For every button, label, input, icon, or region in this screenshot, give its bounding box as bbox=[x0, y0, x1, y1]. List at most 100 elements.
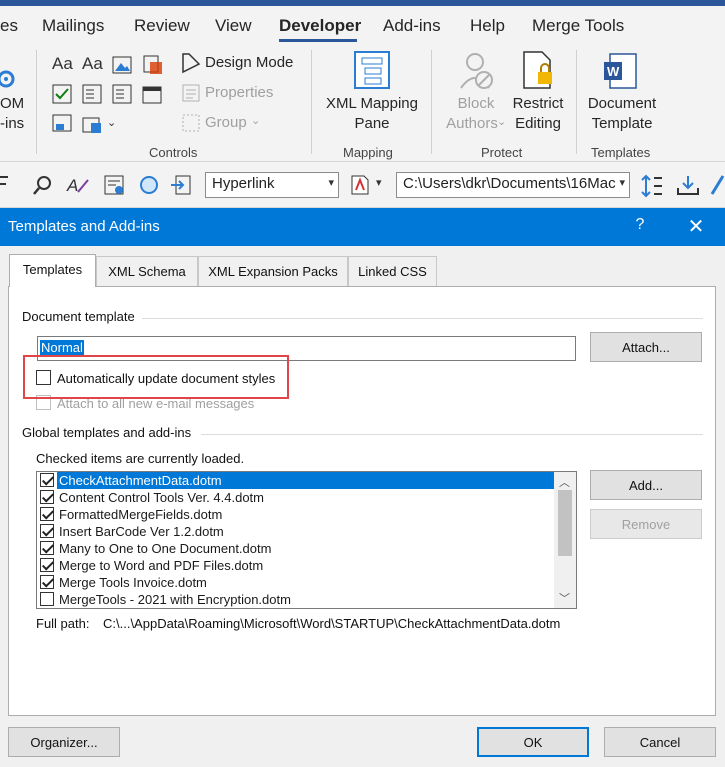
list-scrollbar[interactable]: ︿ ﹀ bbox=[554, 472, 576, 608]
toolbar-icon[interactable] bbox=[0, 174, 12, 194]
restrict-editing-label-2[interactable]: Editing bbox=[506, 114, 570, 134]
checkbox-control-icon[interactable] bbox=[52, 84, 72, 104]
group-icon bbox=[182, 114, 200, 132]
xml-mapping-label-1[interactable]: XML Mapping bbox=[320, 94, 424, 114]
ok-button[interactable]: OK bbox=[477, 727, 589, 757]
group-button: Group bbox=[205, 114, 247, 131]
list-item[interactable]: Merge Tools Invoice.dotm bbox=[37, 574, 554, 591]
tab-file-partial[interactable]: es bbox=[0, 16, 18, 36]
legacy-tools-icon[interactable] bbox=[82, 114, 106, 136]
tab-help[interactable]: Help bbox=[470, 16, 505, 36]
list-item[interactable]: MergeTools - 2021 with Encryption.dotm bbox=[37, 591, 554, 608]
download-icon[interactable] bbox=[676, 174, 700, 196]
chevron-down-icon[interactable]: ⌄ bbox=[107, 116, 116, 129]
close-button[interactable]: ✕ bbox=[684, 214, 708, 239]
item-checkbox[interactable] bbox=[40, 490, 54, 504]
item-checkbox[interactable] bbox=[40, 558, 54, 572]
cancel-button[interactable]: Cancel bbox=[604, 727, 716, 757]
properties-icon bbox=[182, 84, 200, 102]
templates-addins-dialog: Templates and Add-ins ? ✕ Templates XML … bbox=[0, 208, 725, 767]
design-mode-button[interactable]: Design Mode bbox=[205, 53, 293, 73]
xml-mapping-label-2[interactable]: Pane bbox=[320, 114, 424, 134]
date-picker-control-icon[interactable] bbox=[142, 84, 162, 104]
pdf-icon[interactable] bbox=[350, 174, 370, 196]
annotation-highlight-box bbox=[23, 355, 289, 399]
tab-developer[interactable]: Developer bbox=[279, 16, 361, 36]
list-item[interactable]: Insert BarCode Ver 1.2.dotm bbox=[37, 523, 554, 540]
scroll-up-icon[interactable]: ︿ bbox=[559, 474, 570, 490]
circle-shape-icon[interactable] bbox=[138, 174, 160, 196]
word-template-icon[interactable]: W bbox=[602, 52, 638, 92]
block-authors-icon bbox=[460, 53, 493, 89]
block-authors-label-2: Authors bbox=[446, 115, 498, 132]
rich-text-control-icon[interactable]: Aa bbox=[52, 54, 73, 74]
list-item[interactable]: CheckAttachmentData.dotm bbox=[37, 472, 554, 489]
gear-icon[interactable] bbox=[0, 66, 18, 92]
tab-templates[interactable]: Templates bbox=[9, 254, 96, 287]
search-icon[interactable] bbox=[32, 174, 54, 196]
tab-xml-schema[interactable]: XML Schema bbox=[96, 256, 198, 286]
list-item[interactable]: FormattedMergeFields.dotm bbox=[37, 506, 554, 523]
item-checkbox[interactable] bbox=[40, 592, 54, 606]
document-template-section-label: Document template bbox=[22, 309, 135, 324]
combo-box-control-icon[interactable] bbox=[82, 84, 102, 104]
mapping-group-label: Mapping bbox=[343, 145, 393, 160]
list-item[interactable]: Merge to Word and PDF Files.dotm bbox=[37, 557, 554, 574]
separator bbox=[431, 50, 432, 154]
quick-toolbar: A Hyperlink ▾ ▾ C:\Users\dkr\Documents\1… bbox=[0, 162, 725, 208]
full-path-value: C:\...\AppData\Roaming\Microsoft\Word\ST… bbox=[103, 616, 561, 631]
pen-icon[interactable] bbox=[710, 174, 725, 196]
chevron-down-icon[interactable]: ▾ bbox=[619, 176, 625, 189]
help-button[interactable]: ? bbox=[630, 216, 650, 234]
tab-review[interactable]: Review bbox=[134, 16, 190, 36]
list-item[interactable]: Content Control Tools Ver. 4.4.dotm bbox=[37, 489, 554, 506]
item-checkbox[interactable] bbox=[40, 507, 54, 521]
separator bbox=[311, 50, 312, 154]
tab-merge-tools[interactable]: Merge Tools bbox=[532, 16, 624, 36]
global-templates-list[interactable]: CheckAttachmentData.dotm Content Control… bbox=[36, 471, 577, 609]
sort-icon[interactable] bbox=[640, 174, 664, 198]
add-button[interactable]: Add... bbox=[590, 470, 702, 500]
chevron-down-icon[interactable]: ▾ bbox=[328, 176, 334, 189]
style-combo[interactable]: Hyperlink ▾ bbox=[205, 172, 339, 198]
organizer-button[interactable]: Organizer... bbox=[8, 727, 120, 757]
plain-text-control-icon[interactable]: Aa bbox=[82, 54, 103, 74]
tab-view[interactable]: View bbox=[215, 16, 252, 36]
font-format-icon[interactable]: A bbox=[66, 174, 90, 196]
loaded-hint: Checked items are currently loaded. bbox=[36, 451, 245, 466]
building-block-control-icon[interactable] bbox=[142, 54, 164, 76]
dialog-titlebar[interactable]: Templates and Add-ins ? ✕ bbox=[0, 208, 725, 246]
com-addins-label-2: -ins bbox=[0, 115, 25, 132]
restrict-editing-label-1[interactable]: Restrict bbox=[506, 94, 570, 114]
tab-mailings[interactable]: Mailings bbox=[42, 16, 104, 36]
xml-mapping-icon[interactable] bbox=[353, 50, 391, 90]
active-tab-indicator bbox=[279, 39, 357, 42]
item-checkbox[interactable] bbox=[40, 541, 54, 555]
attach-button[interactable]: Attach... bbox=[590, 332, 702, 362]
import-icon[interactable] bbox=[170, 174, 192, 196]
picture-control-icon[interactable] bbox=[112, 56, 132, 74]
global-templates-section-label: Global templates and add-ins bbox=[22, 425, 192, 440]
restrict-editing-icon[interactable] bbox=[520, 50, 556, 92]
style-combo-value: Hyperlink bbox=[212, 175, 275, 192]
item-checkbox[interactable] bbox=[40, 524, 54, 538]
section-divider bbox=[142, 318, 703, 319]
tab-add-ins[interactable]: Add-ins bbox=[383, 16, 441, 36]
repeating-section-control-icon[interactable] bbox=[52, 114, 74, 134]
document-template-label-1[interactable]: Document bbox=[580, 94, 664, 114]
chevron-down-icon[interactable]: ▾ bbox=[376, 176, 382, 189]
form-icon[interactable] bbox=[104, 174, 126, 196]
tab-xml-expansion-packs[interactable]: XML Expansion Packs bbox=[198, 256, 348, 286]
item-checkbox[interactable] bbox=[40, 473, 54, 487]
svg-text:A: A bbox=[66, 176, 78, 195]
dropdown-list-control-icon[interactable] bbox=[112, 84, 132, 104]
scroll-down-icon[interactable]: ﹀ bbox=[559, 590, 570, 606]
item-checkbox[interactable] bbox=[40, 575, 54, 589]
tab-linked-css[interactable]: Linked CSS bbox=[348, 256, 437, 286]
scroll-thumb[interactable] bbox=[558, 490, 572, 556]
design-mode-icon[interactable] bbox=[181, 52, 201, 74]
controls-group-label: Controls bbox=[149, 145, 198, 160]
list-item[interactable]: Many to One to One Document.dotm bbox=[37, 540, 554, 557]
document-template-label-2[interactable]: Template bbox=[580, 114, 664, 134]
path-combo[interactable]: C:\Users\dkr\Documents\16Mac ▾ bbox=[396, 172, 630, 198]
